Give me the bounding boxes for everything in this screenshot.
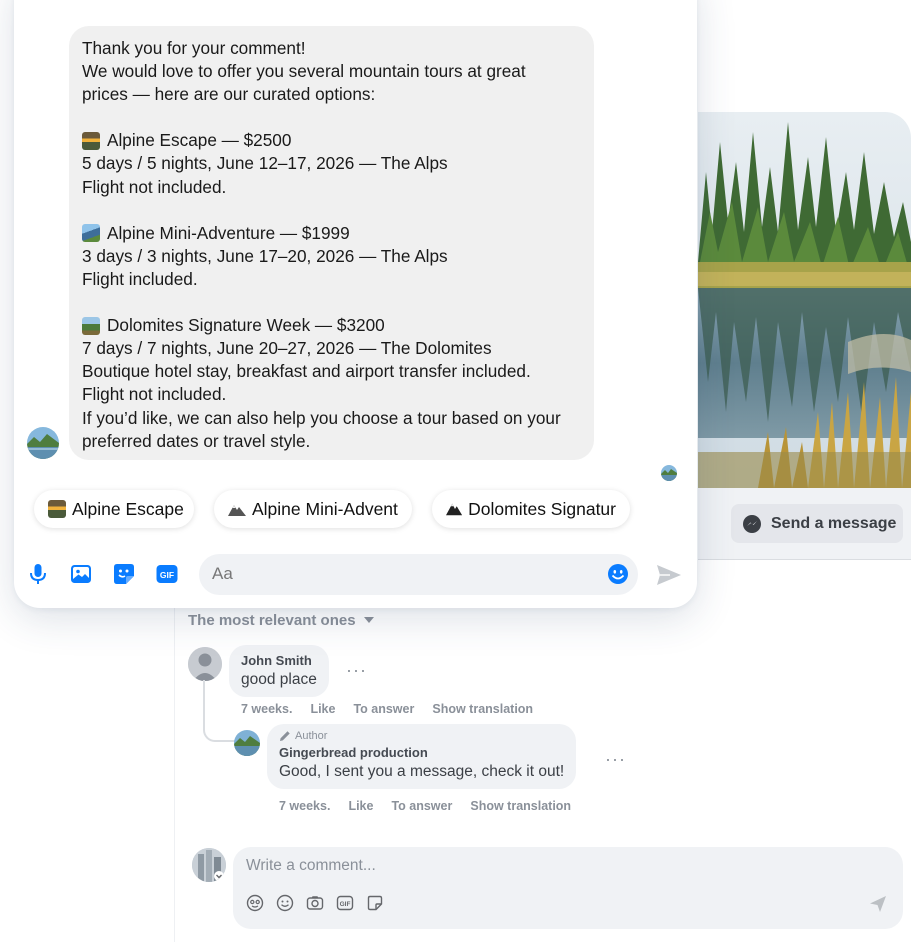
reply-thread-line [203, 680, 235, 742]
camera-icon[interactable] [306, 894, 324, 912]
message-composer [199, 554, 638, 595]
reply-show-translation-link[interactable]: Show translation [470, 799, 571, 813]
send-icon[interactable] [656, 563, 682, 587]
author-badge-label: Author [295, 730, 328, 742]
show-translation-link[interactable]: Show translation [432, 702, 533, 716]
reply-more-options[interactable]: ··· [605, 749, 626, 770]
message-line: Flight not included. [82, 384, 227, 405]
message-line [82, 291, 581, 314]
building-photo-avatar [192, 848, 226, 882]
page-avatar-image [234, 730, 260, 756]
comment-time: 7 weeks. [241, 702, 293, 716]
message-line: We would love to offer you several mount… [82, 61, 526, 82]
like-link[interactable]: Like [310, 702, 335, 716]
current-user-avatar[interactable] [192, 848, 226, 882]
sticker-icon[interactable] [112, 562, 136, 586]
message-line: 3 days / 3 nights, June 17–20, 2026 — Th… [82, 245, 448, 266]
comment-bubble: John Smith good place [229, 645, 329, 697]
message-line [82, 199, 581, 222]
reply-text: Good, I sent you a message, check it out… [279, 763, 565, 780]
comment-tools: GIF [246, 894, 384, 912]
message-line: Thank you for your comment! [82, 38, 306, 58]
svg-text:GIF: GIF [160, 570, 174, 580]
message-line: preferred dates or travel style. [82, 430, 311, 451]
quick-reply-label: Alpine Mini-Advent [252, 498, 398, 519]
quick-reply-alpine-mini-adventure[interactable]: Alpine Mini-Advent [214, 490, 412, 528]
sticker-icon[interactable] [366, 894, 384, 912]
message-line: 5 days / 5 nights, June 12–17, 2026 — Th… [82, 153, 448, 174]
page-avatar[interactable] [27, 427, 59, 459]
message-line: Boutique hotel stay, breakfast and airpo… [82, 361, 531, 382]
message-line: If you’d like, we can also help you choo… [82, 407, 561, 428]
reply-bubble: Author Gingerbread production Good, I se… [267, 724, 577, 789]
comment-sort-dropdown[interactable]: The most relevant ones [188, 612, 374, 629]
write-comment-box: GIF [233, 847, 903, 929]
message-line: Dolomites Signature Week — $3200 [82, 314, 581, 337]
message-line: Flight not included. [82, 176, 227, 197]
message-line: Flight included. [82, 268, 198, 289]
snow-capped-mountain-icon [82, 224, 100, 243]
message-line: Alpine Escape — $2500 [82, 129, 581, 152]
author-avatar[interactable] [234, 730, 260, 756]
comment-text: good place [241, 671, 317, 688]
mountain-icon [446, 503, 463, 516]
quick-reply-label: Dolomites Signatur [468, 498, 616, 519]
caret-down-icon [363, 617, 374, 623]
seen-avatar-image [661, 465, 677, 481]
message-line [82, 106, 581, 129]
page-avatar-image [27, 427, 59, 459]
sunrise-over-mountains-icon [82, 131, 100, 150]
quick-reply-label: Alpine Escape [72, 498, 184, 519]
write-comment-input[interactable] [246, 857, 646, 875]
quick-reply-alpine-escape[interactable]: Alpine Escape [34, 490, 194, 528]
message-line: prices — here are our curated options: [82, 84, 376, 105]
commenter-avatar[interactable] [188, 647, 222, 681]
bot-message-bubble: Thank you for your comment! We would lov… [69, 26, 594, 460]
national-park-icon [82, 316, 100, 335]
sort-label: The most relevant ones [188, 612, 356, 629]
sunrise-icon [48, 500, 66, 518]
reply-reply-link[interactable]: To answer [391, 799, 452, 813]
post-photo[interactable] [698, 112, 911, 488]
seen-receipt-avatar [661, 465, 677, 481]
mountain-icon [228, 505, 246, 516]
pencil-icon [280, 731, 290, 741]
gif-icon[interactable]: GIF [155, 562, 179, 586]
composer-actions: GIF [26, 562, 179, 586]
reply-author-name[interactable]: Gingerbread production [279, 745, 564, 760]
avatar-sticker-icon[interactable] [246, 894, 264, 912]
emoji-icon[interactable] [276, 894, 294, 912]
message-line: Alpine Mini-Adventure — $1999 [82, 222, 581, 245]
comment-actions: 7 weeks. Like To answer Show translation [241, 702, 533, 716]
send-message-label: Send a message [771, 514, 897, 532]
gif-icon[interactable]: GIF [336, 894, 354, 912]
quick-reply-dolomites-signature[interactable]: Dolomites Signatur [432, 490, 630, 528]
send-message-button[interactable]: Send a message [731, 504, 903, 543]
photo-icon[interactable] [69, 562, 93, 586]
comment-author-name[interactable]: John Smith [241, 653, 317, 668]
author-badge: Author [279, 730, 564, 742]
reply-like-link[interactable]: Like [348, 799, 373, 813]
default-user-icon [188, 647, 222, 681]
emoji-icon[interactable] [607, 563, 629, 585]
reply-actions: 7 weeks. Like To answer Show translation [279, 799, 571, 813]
reply-link[interactable]: To answer [353, 702, 414, 716]
messenger-icon [743, 514, 761, 533]
message-line: 7 days / 7 nights, June 20–27, 2026 — Th… [82, 338, 492, 359]
comment-send-icon[interactable] [869, 895, 887, 913]
lake-forest-photo [698, 112, 911, 488]
comment-more-options[interactable]: ··· [346, 660, 367, 681]
microphone-icon[interactable] [26, 562, 50, 586]
reply-time: 7 weeks. [279, 799, 331, 813]
svg-text:GIF: GIF [340, 901, 351, 908]
message-input[interactable] [212, 564, 592, 584]
